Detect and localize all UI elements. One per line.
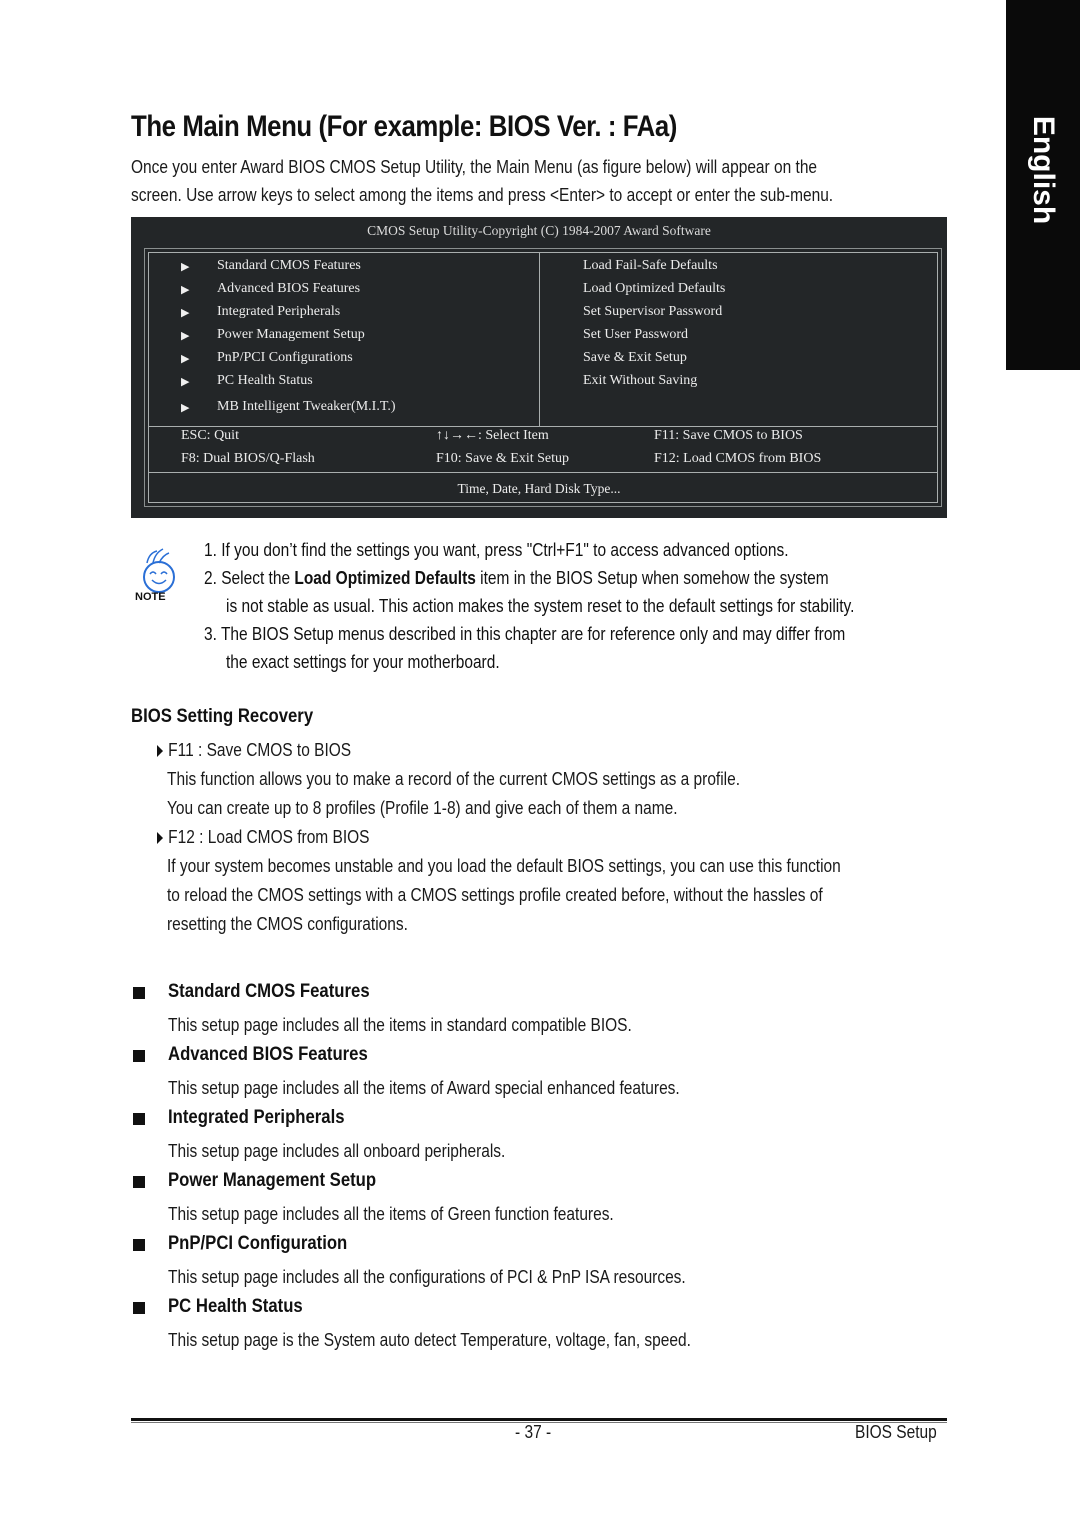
note-item: 3. The BIOS Setup menus described in thi…	[204, 620, 845, 648]
section-text: This setup page includes all the items i…	[168, 1015, 632, 1035]
bios-help-line: Time, Date, Hard Disk Type...	[457, 481, 621, 496]
note-emphasis: Load Optimized Defaults	[294, 568, 476, 588]
section-heading: Standard CMOS Features	[168, 981, 370, 1002]
bios-menu-item[interactable]: Load Fail-Safe Defaults	[583, 258, 718, 274]
note-item: 1. If you don’t find the settings you wa…	[204, 536, 789, 564]
section-text: This setup page includes all onboard per…	[168, 1141, 506, 1161]
bios-menu-item[interactable]: Advanced BIOS Features	[217, 281, 360, 297]
note-item: 2. Select the Load Optimized Defaults it…	[204, 564, 829, 592]
intro-line: screen. Use arrow keys to select among t…	[131, 185, 834, 205]
key-hint: F8: Dual BIOS/Q-Flash	[181, 451, 315, 466]
key-hint: ESC: Quit	[181, 428, 239, 443]
bios-menu-item[interactable]: Standard CMOS Features	[217, 258, 361, 274]
recovery-text: If your system becomes unstable and you …	[167, 856, 841, 876]
recovery-text: You can create up to 8 profiles (Profile…	[167, 798, 678, 818]
bios-title: CMOS Setup Utility-Copyright (C) 1984-20…	[367, 223, 711, 238]
bios-main-menu-figure: CMOS Setup Utility-Copyright (C) 1984-20…	[131, 217, 947, 518]
bios-divider	[148, 472, 938, 473]
note-text: the exact settings for your motherboard.	[226, 652, 500, 672]
recovery-f12: F12 : Load CMOS from BIOS	[157, 823, 370, 851]
note-text: item in the BIOS Setup when somehow the …	[475, 568, 829, 588]
key-hint: F11: Save CMOS to BIOS	[654, 428, 803, 443]
note-text: If you don’t find the settings you want,…	[221, 540, 789, 560]
section-heading: PC Health Status	[168, 1296, 303, 1317]
recovery-text: resetting the CMOS configurations.	[167, 914, 408, 934]
bios-menu-item[interactable]: Set User Password	[583, 327, 688, 343]
recovery-text: This function allows you to make a recor…	[167, 769, 741, 789]
note-text: Select the	[221, 568, 295, 588]
page-title: The Main Menu (For example: BIOS Ver. : …	[131, 110, 677, 143]
bios-menu-item[interactable]: Integrated Peripherals	[217, 304, 340, 320]
arrow-right-icon	[157, 832, 164, 845]
square-bullet-icon	[133, 1113, 145, 1125]
bios-menu-item[interactable]: Exit Without Saving	[583, 373, 697, 389]
arrow-right-icon: ▶	[181, 261, 190, 273]
intro-line: Once you enter Award BIOS CMOS Setup Uti…	[131, 157, 818, 177]
note-label: NOTE	[135, 591, 166, 603]
f12-label: F12 : Load CMOS from BIOS	[168, 827, 370, 847]
f11-label: F11 : Save CMOS to BIOS	[168, 740, 352, 760]
key-hint: F12: Load CMOS from BIOS	[654, 451, 822, 466]
section-text: This setup page includes all the items o…	[168, 1078, 680, 1098]
bios-menu-item[interactable]: PnP/PCI Configurations	[217, 350, 353, 366]
bios-menu-item[interactable]: Save & Exit Setup	[583, 350, 687, 366]
square-bullet-icon	[133, 1239, 145, 1251]
bios-column-divider	[539, 252, 540, 426]
section-heading: Integrated Peripherals	[168, 1107, 345, 1128]
arrow-right-icon: ▶	[181, 353, 190, 365]
bios-menu-item[interactable]: MB Intelligent Tweaker(M.I.T.)	[217, 399, 396, 415]
square-bullet-icon	[133, 1050, 145, 1062]
note-number: 3.	[204, 624, 217, 644]
square-bullet-icon	[133, 987, 145, 999]
section-heading: PnP/PCI Configuration	[168, 1233, 348, 1254]
arrow-right-icon: ▶	[181, 284, 190, 296]
section-text: This setup page is the System auto detec…	[168, 1330, 691, 1350]
arrow-right-icon	[157, 745, 164, 758]
bios-menu-item[interactable]: Set Supervisor Password	[583, 304, 722, 320]
note-text: The BIOS Setup menus described in this c…	[220, 624, 846, 644]
arrow-right-icon: ▶	[181, 402, 190, 414]
key-hint: F10: Save & Exit Setup	[436, 451, 569, 466]
note-number: 1.	[204, 540, 217, 560]
recovery-text: to reload the CMOS settings with a CMOS …	[167, 885, 823, 905]
section-text: This setup page includes all the items o…	[168, 1204, 614, 1224]
footer-section: BIOS Setup	[855, 1422, 937, 1442]
bios-menu-item[interactable]: PC Health Status	[217, 373, 313, 389]
recovery-f11: F11 : Save CMOS to BIOS	[157, 736, 351, 764]
square-bullet-icon	[133, 1302, 145, 1314]
note-number: 2.	[204, 568, 217, 588]
key-hint: ↑↓→←: Select Item	[436, 428, 549, 443]
page-number: - 37 -	[515, 1422, 552, 1442]
square-bullet-icon	[133, 1176, 145, 1188]
bios-menu-item[interactable]: Power Management Setup	[217, 327, 365, 343]
arrow-right-icon: ▶	[181, 376, 190, 388]
arrow-right-icon: ▶	[181, 330, 190, 342]
language-tab-label: English	[1027, 115, 1060, 225]
bios-divider	[148, 426, 938, 427]
language-tab: English	[1006, 0, 1080, 370]
arrow-right-icon: ▶	[181, 307, 190, 319]
note-text: is not stable as usual. This action make…	[226, 596, 855, 616]
bios-menu-item[interactable]: Load Optimized Defaults	[583, 281, 725, 297]
section-heading: BIOS Setting Recovery	[131, 706, 314, 727]
section-text: This setup page includes all the configu…	[168, 1267, 686, 1287]
note-icon: NOTE	[135, 543, 179, 605]
section-heading: Power Management Setup	[168, 1170, 377, 1191]
section-heading: Advanced BIOS Features	[168, 1044, 368, 1065]
